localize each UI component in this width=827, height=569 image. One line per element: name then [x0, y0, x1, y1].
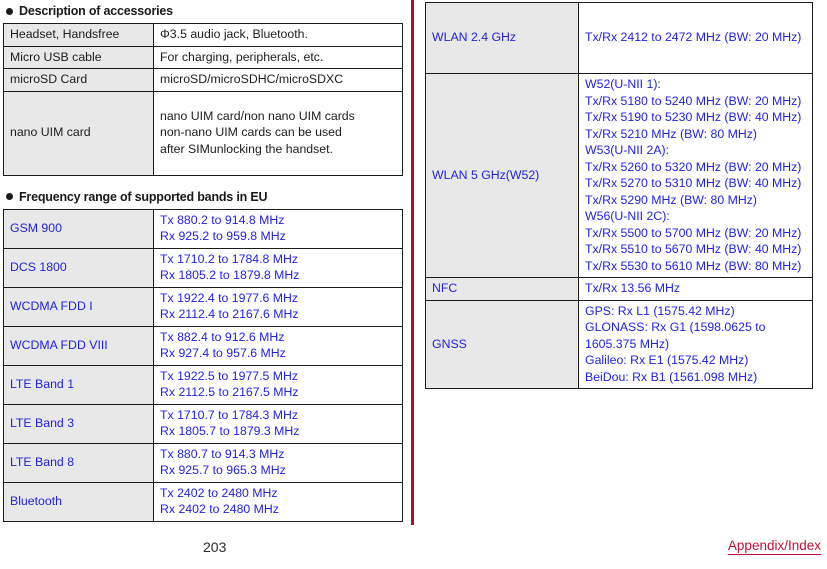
section-heading-accessories-label: Description of accessories — [19, 4, 173, 18]
band-range-cell: Tx 880.2 to 914.8 MHz Rx 925.2 to 959.8 … — [153, 208, 403, 249]
accessory-desc-cell: nano UIM card/non nano UIM cards non-nan… — [153, 90, 403, 176]
table-row: WLAN 2.4 GHz Tx/Rx 2412 to 2472 MHz (BW:… — [425, 2, 813, 74]
band-range-cell: GPS: Rx L1 (1575.42 MHz) GLONASS: Rx G1 … — [578, 299, 813, 389]
appendix-index-link[interactable]: Appendix/Index — [727, 538, 821, 555]
table-row: GNSS GPS: Rx L1 (1575.42 MHz) GLONASS: R… — [425, 299, 813, 389]
accessory-desc-cell: For charging, peripherals, etc. — [153, 45, 403, 69]
table-row: NFC Tx/Rx 13.56 MHz — [425, 277, 813, 301]
page-number: 203 — [203, 539, 227, 555]
band-range-cell: Tx/Rx 2412 to 2472 MHz (BW: 20 MHz) — [578, 2, 813, 74]
table-row: DCS 1800 Tx 1710.2 to 1784.8 MHz Rx 1805… — [3, 247, 403, 288]
band-name-cell: LTE Band 8 — [3, 442, 154, 483]
band-name-cell: DCS 1800 — [3, 247, 154, 288]
section-heading-eu-bands-label: Frequency range of supported bands in EU — [19, 189, 268, 204]
right-column: WLAN 2.4 GHz Tx/Rx 2412 to 2472 MHz (BW:… — [425, 2, 813, 389]
band-range-cell: Tx 880.7 to 914.3 MHz Rx 925.7 to 965.3 … — [153, 442, 403, 483]
band-name-cell: LTE Band 1 — [3, 364, 154, 405]
section-heading-eu-bands: Frequency range of supported bands in EU — [3, 176, 403, 209]
accessory-desc-cell: microSD/microSDHC/microSDXC — [153, 68, 403, 92]
band-range-cell: Tx/Rx 13.56 MHz — [578, 277, 813, 301]
table-row: WCDMA FDD VIII Tx 882.4 to 912.6 MHz Rx … — [3, 325, 403, 366]
band-name-cell: GNSS — [425, 299, 579, 389]
band-range-cell: W52(U-NII 1): Tx/Rx 5180 to 5240 MHz (BW… — [578, 73, 813, 278]
table-row: LTE Band 8 Tx 880.7 to 914.3 MHz Rx 925.… — [3, 442, 403, 483]
band-range-cell: Tx 1922.4 to 1977.6 MHz Rx 2112.4 to 216… — [153, 286, 403, 327]
band-range-cell: Tx 1710.2 to 1784.8 MHz Rx 1805.2 to 187… — [153, 247, 403, 288]
bullet-icon — [6, 7, 13, 15]
band-name-cell: WCDMA FDD I — [3, 286, 154, 327]
table-row: Headset, Handsfree Φ3.5 audio jack, Blue… — [3, 23, 403, 47]
band-name-cell: NFC — [425, 277, 579, 301]
accessory-name-cell: nano UIM card — [3, 90, 154, 176]
table-row: Bluetooth Tx 2402 to 2480 MHz Rx 2402 to… — [3, 481, 403, 522]
accessory-desc-cell: Φ3.5 audio jack, Bluetooth. — [153, 23, 403, 47]
table-row: nano UIM card nano UIM card/non nano UIM… — [3, 90, 403, 176]
eu-frequency-bands-table: GSM 900 Tx 880.2 to 914.8 MHz Rx 925.2 t… — [3, 208, 403, 522]
table-row: LTE Band 1 Tx 1922.5 to 1977.5 MHz Rx 21… — [3, 364, 403, 405]
manual-page: Description of accessories Headset, Hand… — [0, 0, 827, 569]
band-name-cell: WCDMA FDD VIII — [3, 325, 154, 366]
table-row: LTE Band 3 Tx 1710.7 to 1784.3 MHz Rx 18… — [3, 403, 403, 444]
band-name-cell: WLAN 2.4 GHz — [425, 2, 579, 74]
page-footer: 203 Appendix/Index — [0, 529, 827, 569]
accessories-table: Headset, Handsfree Φ3.5 audio jack, Blue… — [3, 23, 403, 176]
table-row: microSD Card microSD/microSDHC/microSDXC — [3, 68, 403, 92]
band-name-cell: LTE Band 3 — [3, 403, 154, 444]
bullet-icon — [6, 193, 13, 200]
band-range-cell: Tx 2402 to 2480 MHz Rx 2402 to 2480 MHz — [153, 481, 403, 522]
band-name-cell: Bluetooth — [3, 481, 154, 522]
radio-bands-table: WLAN 2.4 GHz Tx/Rx 2412 to 2472 MHz (BW:… — [425, 2, 813, 389]
section-heading-accessories: Description of accessories — [3, 0, 403, 23]
band-range-cell: Tx 882.4 to 912.6 MHz Rx 927.4 to 957.6 … — [153, 325, 403, 366]
table-row: WLAN 5 GHz(W52) W52(U-NII 1): Tx/Rx 5180… — [425, 73, 813, 278]
table-row: Micro USB cable For charging, peripheral… — [3, 45, 403, 69]
band-name-cell: WLAN 5 GHz(W52) — [425, 73, 579, 278]
band-range-cell: Tx 1710.7 to 1784.3 MHz Rx 1805.7 to 187… — [153, 403, 403, 444]
accessory-name-cell: Micro USB cable — [3, 45, 154, 69]
accessory-name-cell: microSD Card — [3, 68, 154, 92]
left-column: Description of accessories Headset, Hand… — [3, 0, 403, 522]
table-row: WCDMA FDD I Tx 1922.4 to 1977.6 MHz Rx 2… — [3, 286, 403, 327]
table-row: GSM 900 Tx 880.2 to 914.8 MHz Rx 925.2 t… — [3, 208, 403, 249]
accessory-name-cell: Headset, Handsfree — [3, 23, 154, 47]
band-name-cell: GSM 900 — [3, 208, 154, 249]
column-divider — [411, 0, 414, 525]
band-range-cell: Tx 1922.5 to 1977.5 MHz Rx 2112.5 to 216… — [153, 364, 403, 405]
